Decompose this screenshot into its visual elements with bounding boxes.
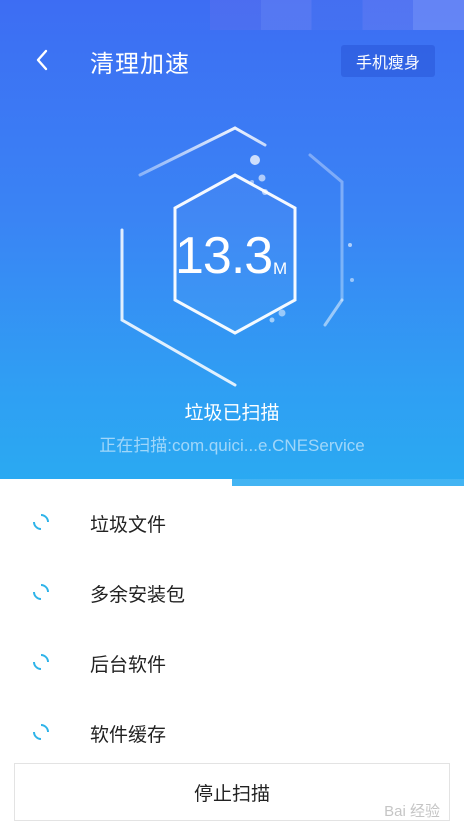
loading-spinner-icon — [29, 580, 53, 604]
page-title: 清理加速 — [90, 50, 190, 78]
scan-detail: 正在扫描:com.quici...e.CNEService — [99, 436, 365, 455]
junk-size-unit: M — [273, 259, 288, 278]
list-item[interactable]: 垃圾文件 — [0, 486, 464, 556]
watermark: Bai 经验 — [384, 803, 440, 820]
item-label: 垃圾文件 — [90, 514, 167, 536]
scan-status: 垃圾已扫描 — [184, 402, 280, 424]
list-item[interactable]: 软件缓存 — [0, 696, 464, 766]
scan-hero: 清理加速 手机瘦身 13.3 M 垃圾已扫描 正在扫描:com.quici...… — [0, 0, 464, 486]
phone-slim-button[interactable]: 手机瘦身 — [341, 45, 435, 77]
item-label: 软件缓存 — [90, 724, 167, 746]
status-bar-blurred — [210, 0, 464, 30]
item-label: 后台软件 — [90, 654, 167, 676]
chevron-left-icon — [36, 49, 48, 71]
loading-spinner-icon — [29, 650, 53, 674]
scan-progress-fill — [0, 479, 232, 486]
list-item[interactable]: 多余安装包 — [0, 556, 464, 626]
loading-spinner-icon — [29, 720, 53, 744]
back-button[interactable] — [28, 46, 56, 74]
loading-spinner-icon — [29, 510, 53, 534]
junk-size-value: 13.3 — [175, 227, 273, 285]
scan-progress-bar — [0, 479, 464, 486]
list-item[interactable]: 后台软件 — [0, 626, 464, 696]
item-label: 多余安装包 — [90, 584, 186, 606]
